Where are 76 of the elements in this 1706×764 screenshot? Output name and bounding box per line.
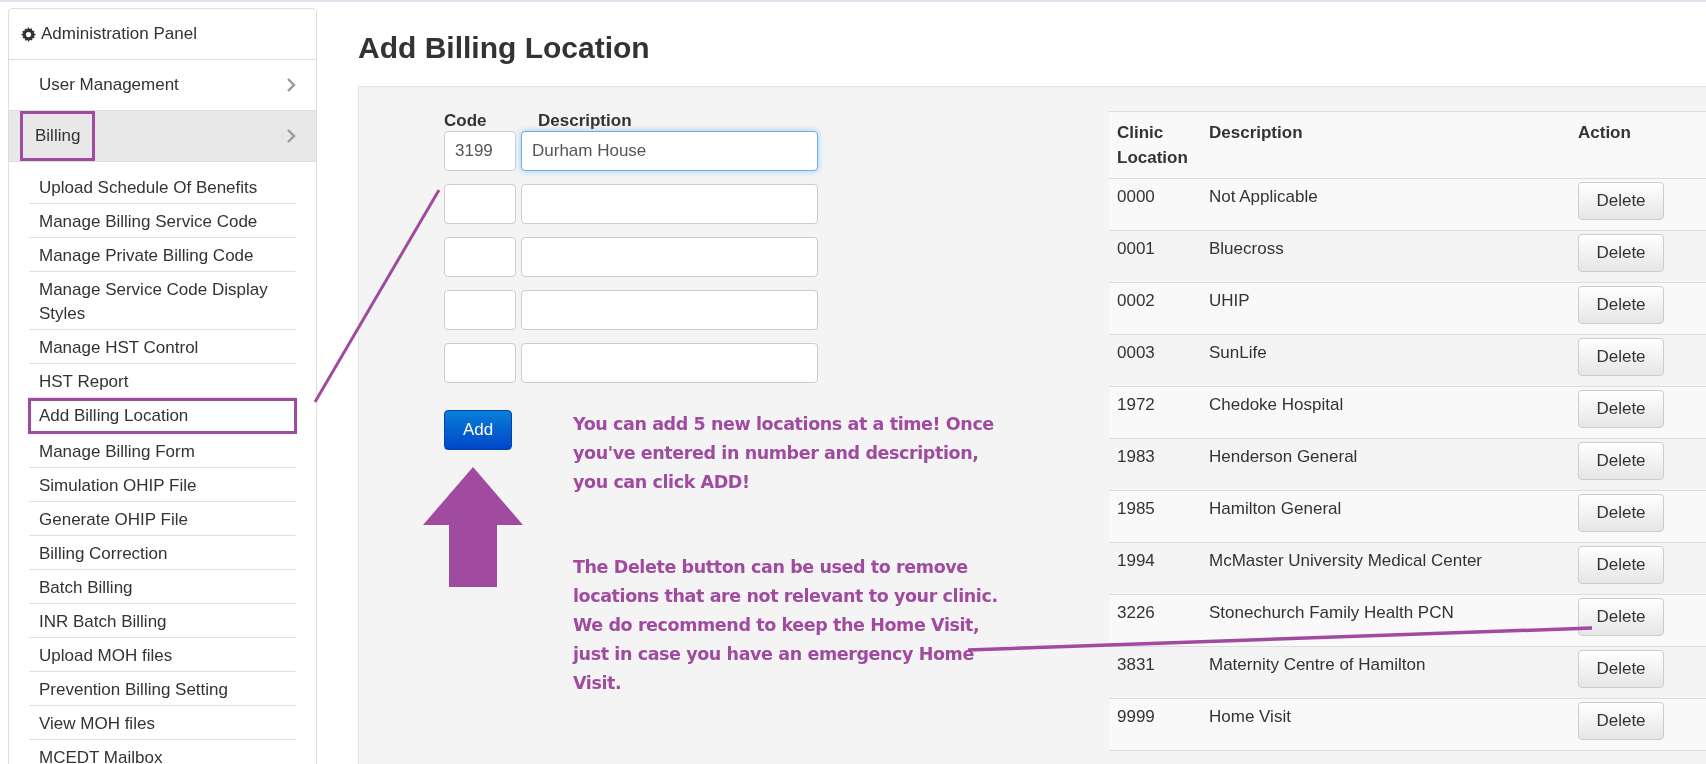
nav-link[interactable]: Prevention Billing Setting bbox=[28, 672, 297, 706]
table-cell: 1985 bbox=[1109, 490, 1201, 543]
code-input[interactable]: 3199 bbox=[444, 131, 516, 171]
delete-button[interactable]: Delete bbox=[1578, 390, 1664, 428]
table-cell: 1983 bbox=[1109, 438, 1201, 491]
nav-link[interactable]: Manage HST Control bbox=[28, 330, 297, 364]
table-cell: SunLife bbox=[1201, 334, 1570, 387]
table-cell: 1972 bbox=[1109, 386, 1201, 439]
table-cell: Stonechurch Family Health PCN bbox=[1201, 594, 1570, 647]
nav-link[interactable]: INR Batch Billing bbox=[28, 604, 297, 638]
delete-button[interactable]: Delete bbox=[1578, 234, 1664, 272]
nav-link[interactable]: MCEDT Mailbox bbox=[28, 740, 297, 764]
description-input[interactable] bbox=[521, 184, 818, 224]
column-header: Clinic Location bbox=[1109, 112, 1201, 179]
column-label: Description bbox=[538, 111, 632, 131]
gear-icon bbox=[21, 26, 36, 42]
table-cell: 3226 bbox=[1109, 594, 1201, 647]
code-input[interactable] bbox=[444, 343, 516, 383]
table-cell: Chedoke Hospital bbox=[1201, 386, 1570, 439]
table-cell: 9999 bbox=[1109, 698, 1201, 751]
nav-link[interactable]: Batch Billing bbox=[28, 570, 297, 604]
section-label: Billing bbox=[20, 111, 96, 161]
column-header: Description bbox=[1201, 112, 1570, 179]
annotation-text: The Delete button can be used to remove locations that are not relevant to your clinic. We do recommend to keep the Home Visit, just in case you have an emergency Home Visit. bbox=[573, 556, 998, 695]
table-cell: 0003 bbox=[1109, 334, 1201, 387]
table-cell: Home Visit bbox=[1201, 698, 1570, 751]
delete-button[interactable]: Delete bbox=[1578, 598, 1664, 636]
nav-link[interactable]: Add Billing Location bbox=[28, 398, 297, 434]
delete-button[interactable]: Delete bbox=[1578, 442, 1664, 480]
table-cell: Not Applicable bbox=[1201, 178, 1570, 231]
nav-link[interactable]: Manage Billing Form bbox=[28, 434, 297, 468]
add-button[interactable]: Add bbox=[444, 410, 512, 450]
nav-link[interactable]: Upload MOH files bbox=[28, 638, 297, 672]
section-label: User Management bbox=[38, 74, 180, 96]
delete-button[interactable]: Delete bbox=[1578, 338, 1664, 376]
nav-link[interactable]: Manage Private Billing Code bbox=[28, 238, 297, 272]
table-cell: Maternity Centre of Hamilton bbox=[1201, 646, 1570, 699]
description-input[interactable] bbox=[521, 343, 818, 383]
panel-title: Administration Panel bbox=[41, 24, 197, 44]
delete-button[interactable]: Delete bbox=[1578, 546, 1664, 584]
nav-link[interactable]: View MOH files bbox=[28, 706, 297, 740]
table-cell: 0002 bbox=[1109, 282, 1201, 335]
page-title: Add Billing Location bbox=[358, 30, 651, 66]
delete-button[interactable]: Delete bbox=[1578, 650, 1664, 688]
chevron-right-icon bbox=[286, 129, 296, 143]
table-cell: 1994 bbox=[1109, 542, 1201, 595]
description-input[interactable] bbox=[521, 237, 818, 277]
column-label: Code bbox=[444, 111, 488, 131]
delete-button[interactable]: Delete bbox=[1578, 182, 1664, 220]
code-input[interactable] bbox=[444, 290, 516, 330]
description-input[interactable] bbox=[521, 290, 818, 330]
table-cell: 3831 bbox=[1109, 646, 1201, 699]
table-cell: Bluecross bbox=[1201, 230, 1570, 283]
code-input[interactable] bbox=[444, 184, 516, 224]
nav-section[interactable]: Billing bbox=[9, 111, 316, 162]
table-cell: Hamilton General bbox=[1201, 490, 1570, 543]
code-input[interactable] bbox=[444, 237, 516, 277]
nav-link[interactable]: HST Report bbox=[28, 364, 297, 398]
chevron-right-icon bbox=[286, 78, 296, 92]
delete-button[interactable]: Delete bbox=[1578, 702, 1664, 740]
table-cell: UHIP bbox=[1201, 282, 1570, 335]
description-input[interactable]: Durham House bbox=[521, 131, 818, 171]
table-cell: 0000 bbox=[1109, 178, 1201, 231]
delete-button[interactable]: Delete bbox=[1578, 494, 1664, 532]
annotation-text: You can add 5 new locations at a time! Once you've entered in number and description, you can click ADD! bbox=[573, 413, 995, 494]
nav-link[interactable]: Simulation OHIP File bbox=[28, 468, 297, 502]
table-cell: Henderson General bbox=[1201, 438, 1570, 491]
nav-link[interactable]: Manage Service Code Display Styles bbox=[28, 272, 297, 330]
nav-link[interactable]: Manage Billing Service Code bbox=[28, 204, 297, 238]
nav-link[interactable]: Generate OHIP File bbox=[28, 502, 297, 536]
nav-link[interactable]: Billing Correction bbox=[28, 536, 297, 570]
table-cell: McMaster University Medical Center bbox=[1201, 542, 1570, 595]
column-header: Action bbox=[1570, 112, 1706, 179]
nav-link[interactable]: Upload Schedule Of Benefits bbox=[28, 170, 297, 204]
table-cell: 0001 bbox=[1109, 230, 1201, 283]
delete-button[interactable]: Delete bbox=[1578, 286, 1664, 324]
